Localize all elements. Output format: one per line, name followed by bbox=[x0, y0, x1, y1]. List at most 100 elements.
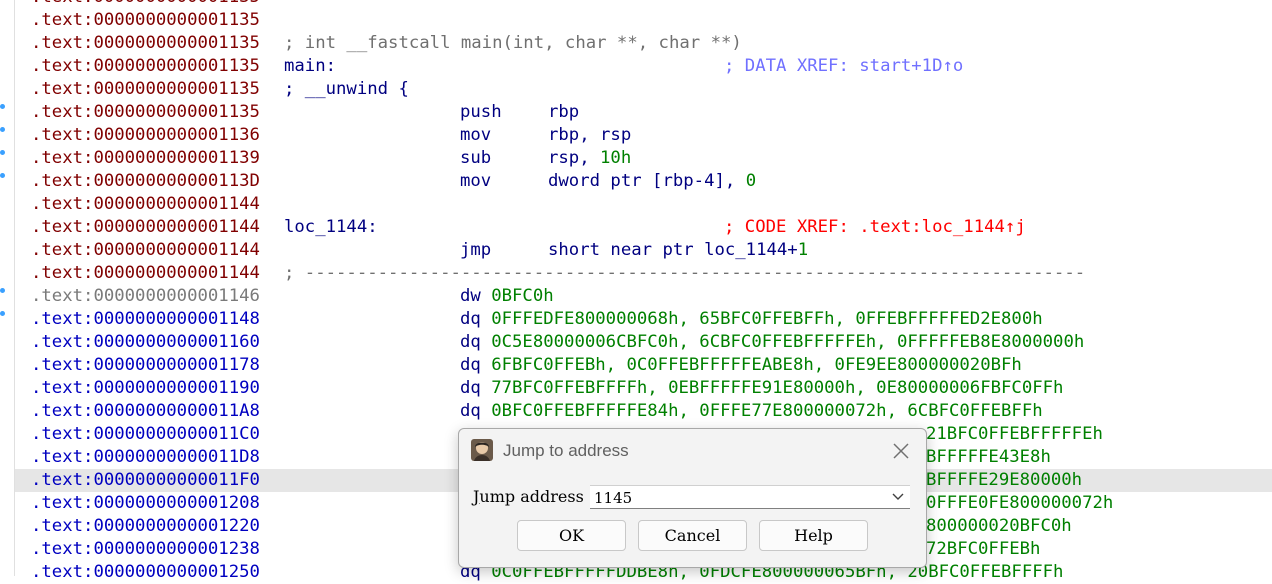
hex-values: 0BFC0h bbox=[491, 286, 554, 306]
listing-line[interactable]: .text:0000000000001135 main: ; DATA XREF: … bbox=[15, 55, 1272, 78]
address[interactable]: .text:0000000000001250 bbox=[31, 561, 260, 584]
address[interactable]: .text:00000000000011D8 bbox=[31, 446, 260, 469]
listing-line[interactable]: .text:0000000000001144 jmp short near ptr … bbox=[15, 239, 1272, 262]
address[interactable]: .text:0000000000001220 bbox=[31, 515, 260, 538]
address-value: 0000000000001208 bbox=[93, 493, 260, 513]
data-definition: dq 0BFC0FFEBFFFFFE84h, 0FFFE77E800000072… bbox=[460, 400, 1043, 423]
listing-line[interactable]: .text:000000000000113D mov dword ptr [rbp-… bbox=[15, 170, 1272, 193]
listing-line[interactable]: .text:0000000000001139 sub rsp, 10h bbox=[15, 147, 1272, 170]
segment-name: .text: bbox=[31, 33, 94, 53]
segment-name: .text: bbox=[31, 562, 94, 582]
help-button[interactable]: Help bbox=[759, 520, 868, 551]
gutter-dot bbox=[0, 311, 5, 316]
label[interactable]: main: bbox=[284, 55, 336, 78]
address[interactable]: .text:0000000000001160 bbox=[31, 331, 260, 354]
listing-line[interactable]: .text:0000000000001160 dq 0C5E80000006CBF… bbox=[15, 331, 1272, 354]
segment-name: .text: bbox=[31, 286, 94, 306]
data-directive: dq bbox=[460, 401, 492, 421]
address[interactable]: .text:00000000000011F0 bbox=[31, 469, 260, 492]
address[interactable]: .text:0000000000001139 bbox=[31, 147, 260, 170]
address-value: 0000000000001136 bbox=[93, 125, 260, 145]
gutter-dot bbox=[0, 173, 5, 178]
address-value: 0000000000001135 bbox=[93, 10, 260, 30]
address-value: 0000000000001135 bbox=[93, 102, 260, 122]
address[interactable]: .text:0000000000001190 bbox=[31, 377, 260, 400]
segment-name: .text: bbox=[31, 102, 94, 122]
listing-line[interactable]: .text:00000000000011A8 dq 0BFC0FFEBFFFFFE… bbox=[15, 400, 1272, 423]
chevron-down-icon[interactable] bbox=[892, 492, 904, 502]
listing-line[interactable]: .text:0000000000001135 bbox=[15, 9, 1272, 32]
segment-name: .text: bbox=[31, 447, 94, 467]
hex-values: 77BFC0FFEBFFFFh, 0EBFFFFFE91E80000h, 0E8… bbox=[491, 378, 1064, 398]
dialog-titlebar[interactable]: Jump to address bbox=[459, 429, 926, 473]
listing-line[interactable]: .text:0000000000001148 dq 0FFFEDFE8000000… bbox=[15, 308, 1272, 331]
address-value: 0000000000001148 bbox=[93, 309, 260, 329]
address[interactable]: .text:0000000000001135 bbox=[31, 9, 260, 32]
address[interactable]: .text:0000000000001144 bbox=[31, 239, 260, 262]
listing-line[interactable]: .text:0000000000001144 bbox=[15, 193, 1272, 216]
address[interactable]: .text:0000000000001146 bbox=[31, 285, 260, 308]
xref-comment[interactable]: ; CODE XREF: .text:loc_1144↑j bbox=[724, 216, 1026, 239]
segment-name: .text: bbox=[31, 148, 94, 168]
operand-number: 1 bbox=[797, 240, 809, 260]
jump-address-combobox[interactable]: 1145 bbox=[590, 485, 910, 509]
listing-line[interactable]: .text:0000000000001144 ; ----------------… bbox=[15, 262, 1272, 285]
listing-line[interactable]: .text:0000000000001178 dq 6FBFC0FFEBh, 0C… bbox=[15, 354, 1272, 377]
listing-line[interactable]: .text:0000000000001136 mov rbp, rsp bbox=[15, 124, 1272, 147]
data-definition: BFFFFE29E80000h bbox=[926, 469, 1082, 492]
data-definition: dq 0C5E80000006CBFC0h, 6CBFC0FFEBFFFFFEh… bbox=[460, 331, 1084, 354]
ok-button[interactable]: OK bbox=[517, 520, 626, 551]
operand-text: dword ptr [rbp-4], bbox=[548, 171, 746, 191]
mnemonic: mov bbox=[460, 125, 492, 145]
address-value: 00000000000011C0 bbox=[93, 424, 260, 444]
segment-name: .text: bbox=[31, 309, 94, 329]
address[interactable]: .text:0000000000001144 bbox=[31, 216, 260, 239]
gutter-dot bbox=[0, 104, 5, 109]
address[interactable]: .text:00000000000011C0 bbox=[31, 423, 260, 446]
segment-name: .text: bbox=[31, 378, 94, 398]
address[interactable]: .text:0000000000001238 bbox=[31, 538, 260, 561]
cancel-button[interactable]: Cancel bbox=[638, 520, 747, 551]
address[interactable]: .text:0000000000001208 bbox=[31, 492, 260, 515]
address-value: 0000000000001160 bbox=[93, 332, 260, 352]
listing-line[interactable]: .text:0000000000001135 ; int __fastcall m… bbox=[15, 32, 1272, 55]
jump-to-address-dialog: Jump to address Jump address 1145 OK Can… bbox=[458, 428, 927, 568]
segment-name: .text: bbox=[31, 516, 94, 536]
hex-values: 6FBFC0FFEBh, 0C0FFEBFFFFFEABE8h, 0FE9EE8… bbox=[491, 355, 1022, 375]
label[interactable]: ; __unwind { bbox=[284, 78, 409, 101]
address-value: 0000000000001144 bbox=[93, 263, 260, 283]
label[interactable]: loc_1144: bbox=[284, 216, 378, 239]
address[interactable]: .text:0000000000001135 bbox=[31, 32, 260, 55]
listing-line[interactable]: .text:0000000000001135 ; __unwind { bbox=[15, 78, 1272, 101]
address[interactable]: .text:0000000000001178 bbox=[31, 354, 260, 377]
segment-name: .text: bbox=[31, 332, 94, 352]
address[interactable]: .text:00000000000011A8 bbox=[31, 400, 260, 423]
data-definition: dq 0FFFEDFE800000068h, 65BFC0FFEBFFh, 0F… bbox=[460, 308, 1043, 331]
address[interactable]: .text:0000000000001135 bbox=[31, 101, 260, 124]
address[interactable]: .text:0000000000001148 bbox=[31, 308, 260, 331]
listing-line[interactable]: .text:0000000000001135 bbox=[15, 0, 1272, 9]
xref-comment[interactable]: ; DATA XREF: start+1D↑o bbox=[724, 55, 963, 78]
data-definition: dw 0BFC0h bbox=[460, 285, 554, 308]
data-directive: dw bbox=[460, 286, 492, 306]
address[interactable]: .text:000000000000113D bbox=[31, 170, 260, 193]
segment-name: .text: bbox=[31, 56, 94, 76]
listing-line[interactable]: .text:0000000000001144 loc_1144: ; CODE XR… bbox=[15, 216, 1272, 239]
segment-name: .text: bbox=[31, 125, 94, 145]
address[interactable]: .text:0000000000001144 bbox=[31, 193, 260, 216]
jump-address-value[interactable]: 1145 bbox=[594, 489, 632, 507]
address[interactable]: .text:0000000000001135 bbox=[31, 0, 260, 9]
address[interactable]: .text:0000000000001136 bbox=[31, 124, 260, 147]
operand: rbp, rsp bbox=[548, 124, 631, 147]
segment-name: .text: bbox=[31, 240, 94, 260]
listing-line[interactable]: .text:0000000000001135 push rbp bbox=[15, 101, 1272, 124]
close-icon[interactable] bbox=[891, 441, 911, 461]
operand-number: 10h bbox=[600, 148, 632, 168]
address[interactable]: .text:0000000000001135 bbox=[31, 78, 260, 101]
address[interactable]: .text:0000000000001144 bbox=[31, 262, 260, 285]
address[interactable]: .text:0000000000001135 bbox=[31, 55, 260, 78]
hex-values: 800000020BFC0h bbox=[926, 516, 1072, 536]
listing-line[interactable]: .text:0000000000001146 dw 0BFC0h bbox=[15, 285, 1272, 308]
comment: ; int __fastcall main(int, char **, char… bbox=[284, 33, 742, 53]
listing-line[interactable]: .text:0000000000001190 dq 77BFC0FFEBFFFFh… bbox=[15, 377, 1272, 400]
